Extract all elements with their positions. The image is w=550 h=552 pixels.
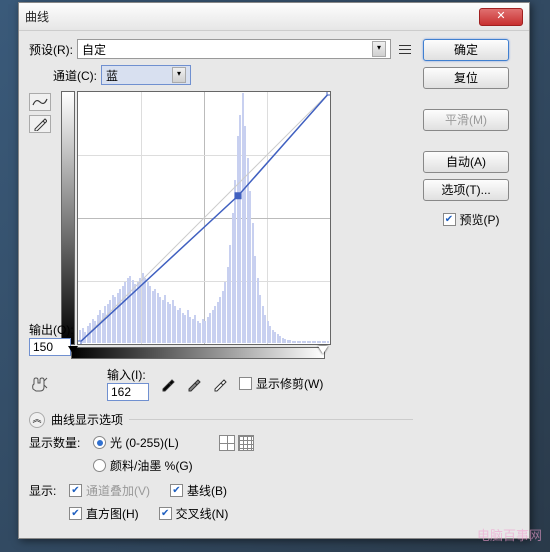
white-eyedropper[interactable] xyxy=(211,375,229,393)
show-label: 显示: xyxy=(29,482,69,499)
output-gradient xyxy=(61,91,75,345)
preset-value: 自定 xyxy=(82,41,106,58)
output-label: 输出(O): xyxy=(29,321,74,338)
black-point-slider[interactable] xyxy=(68,346,78,354)
input-label: 输入(I): xyxy=(107,366,149,383)
preview-checkbox[interactable]: ✔ xyxy=(443,213,456,226)
overlay-checkbox[interactable]: ✔ xyxy=(69,484,82,497)
channel-value: 蓝 xyxy=(106,67,118,84)
gray-eyedropper[interactable] xyxy=(185,375,203,393)
show-clip-label: 显示修剪(W) xyxy=(256,375,323,392)
grid-10-icon[interactable] xyxy=(238,435,254,451)
light-radio[interactable] xyxy=(93,436,106,449)
display-options-header: 曲线显示选项 xyxy=(51,411,123,428)
curve-tool-button[interactable] xyxy=(29,93,51,111)
baseline-checkbox[interactable]: ✔ xyxy=(170,484,183,497)
show-amount-label: 显示数量: xyxy=(29,434,93,451)
overlay-label: 通道叠加(V) xyxy=(86,482,150,499)
curve-line xyxy=(78,92,330,344)
baseline-label: 基线(B) xyxy=(187,482,227,499)
options-button[interactable]: 选项(T)... xyxy=(423,179,509,201)
output-input[interactable] xyxy=(29,338,71,356)
smooth-button[interactable]: 平滑(M) xyxy=(423,109,509,131)
input-gradient[interactable] xyxy=(71,347,325,359)
preview-label: 预览(P) xyxy=(460,211,500,228)
curves-dialog: 曲线 ✕ 预设(R): 自定 ▾ 通道(C): 蓝 ▾ xyxy=(18,2,530,539)
close-button[interactable]: ✕ xyxy=(479,8,523,26)
histogram-label: 直方图(H) xyxy=(86,505,139,522)
intersection-label: 交叉线(N) xyxy=(176,505,229,522)
light-label: 光 (0-255)(L) xyxy=(110,434,179,451)
pigment-label: 颜料/油墨 %(G) xyxy=(110,457,193,474)
titlebar[interactable]: 曲线 ✕ xyxy=(19,3,529,31)
white-point-slider[interactable] xyxy=(318,346,328,354)
channel-label: 通道(C): xyxy=(53,67,97,84)
black-eyedropper[interactable] xyxy=(159,375,177,393)
auto-button[interactable]: 自动(A) xyxy=(423,151,509,173)
collapse-icon[interactable]: ︽ xyxy=(29,412,45,428)
watermark: 电脑百事网 xyxy=(477,525,542,544)
intersection-checkbox[interactable]: ✔ xyxy=(159,507,172,520)
pigment-radio[interactable] xyxy=(93,459,106,472)
chevron-down-icon: ▾ xyxy=(172,67,186,83)
histogram-checkbox[interactable]: ✔ xyxy=(69,507,82,520)
hand-adjust-icon[interactable] xyxy=(29,374,49,394)
preset-select[interactable]: 自定 ▾ xyxy=(77,39,391,59)
reset-button[interactable]: 复位 xyxy=(423,67,509,89)
curve-graph[interactable] xyxy=(77,91,331,345)
wave-icon xyxy=(32,96,48,108)
show-clip-checkbox[interactable] xyxy=(239,377,252,390)
grid-4-icon[interactable] xyxy=(219,435,235,451)
pencil-icon xyxy=(33,117,47,131)
pencil-tool-button[interactable] xyxy=(29,115,51,133)
window-title: 曲线 xyxy=(25,8,479,25)
channel-select[interactable]: 蓝 ▾ xyxy=(101,65,191,85)
input-input[interactable] xyxy=(107,383,149,401)
ok-button[interactable]: 确定 xyxy=(423,39,509,61)
preset-label: 预设(R): xyxy=(29,41,73,58)
preset-menu-icon[interactable] xyxy=(397,41,413,57)
chevron-down-icon: ▾ xyxy=(372,41,386,57)
